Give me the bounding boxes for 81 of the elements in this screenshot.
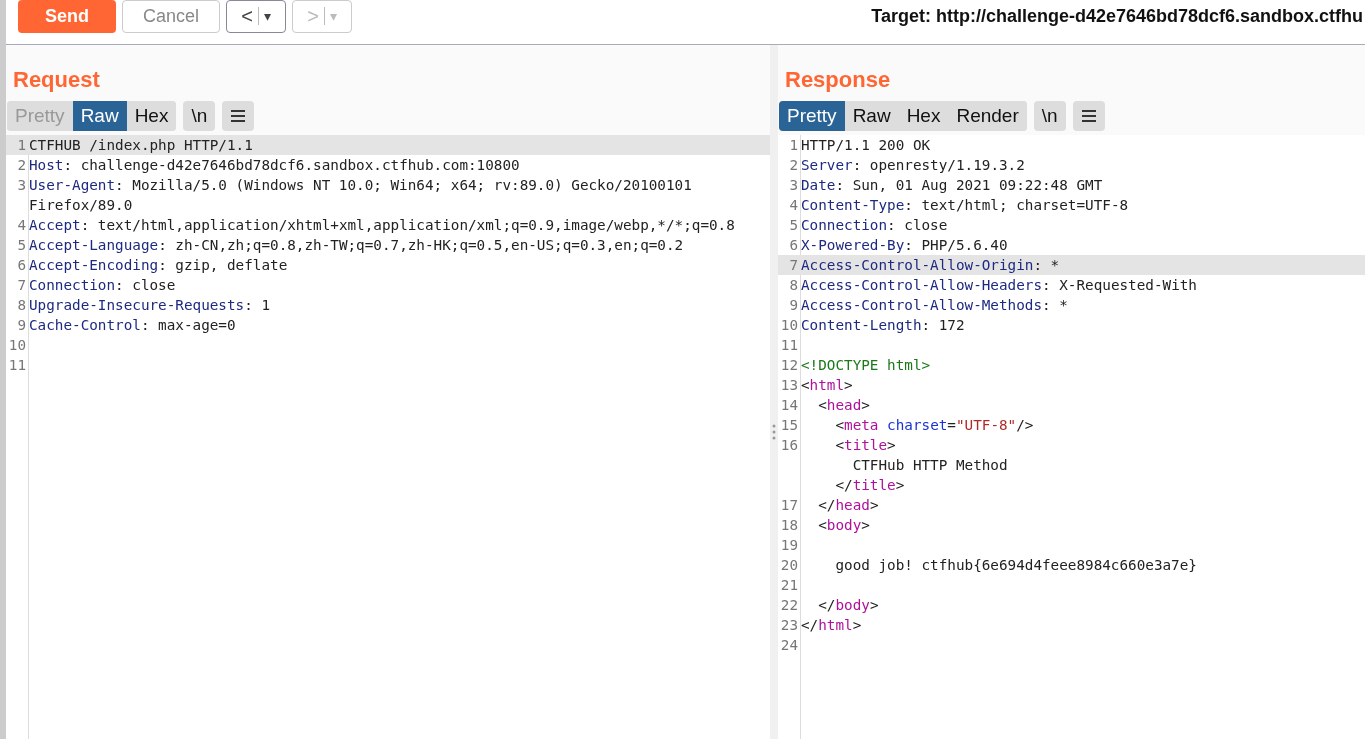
code-line: <meta charset="UTF-8"/> [834,417,1034,433]
line-number: 4 [789,197,798,213]
code-line: Access-Control-Allow-Headers: X-Requested-With [800,277,1197,293]
line-number: 7 [17,277,26,293]
line-number: 24 [780,637,798,653]
code-line: Server: openresty/1.19.3.2 [800,157,1025,173]
code-line: Host: challenge-d42e7646bd78dcf6.sandbox.ctfhub.com:10800 [28,157,520,173]
line-number: 1 [17,137,26,153]
code-line: Content-Type: text/html; charset=UTF-8 [800,197,1129,213]
code-line: </head> [817,497,879,513]
line-number: 18 [780,517,798,533]
view-tab[interactable]: Raw [72,101,127,131]
newline-toggle[interactable]: \n [183,101,216,131]
splitter-grip-icon[interactable] [772,423,776,441]
line-number: 6 [17,257,26,273]
line-number: 23 [780,617,798,633]
line-number: 9 [789,297,798,313]
menu-button[interactable] [222,101,255,131]
line-number: 13 [780,377,798,393]
line-number: 15 [780,417,798,433]
code-line: good job! ctfhub{6e694d4feee8984c660e3a7e} [834,557,1197,573]
line-number: 1 [789,137,798,153]
code-line: <title> [834,437,896,453]
code-line: <html> [800,377,853,393]
menu-icon [230,109,247,123]
code-line: Accept: text/html,application/xhtml+xml,application/xml;q=0.9,image/webp,*/*;q=0.8 [28,217,735,233]
line-number: 14 [780,397,798,413]
code-line: Access-Control-Allow-Origin: * [800,257,1060,273]
panel-title: Response [784,66,892,94]
code-line: <!DOCTYPE html> [800,357,931,373]
code-line: Upgrade-Insecure-Requests: 1 [28,297,270,313]
line-number: 3 [789,177,798,193]
code-line: <head> [817,397,870,413]
menu-button[interactable] [1072,101,1105,131]
menu-icon [1080,109,1097,123]
history-nav-button[interactable]: < ▾ [226,0,286,33]
code-line: </html> [800,617,862,633]
line-number: 12 [780,357,798,373]
view-tab[interactable]: Pretty [779,101,845,131]
target-url: Target: http://challenge-d42e7646bd78dcf6.sandbox.ctfhu [871,5,1363,27]
line-number: 8 [17,297,26,313]
code-line: Access-Control-Allow-Methods: * [800,297,1068,313]
code-line: HTTP/1.1 200 OK [800,137,931,153]
line-number: 20 [780,557,798,573]
code-line: Connection: close [800,217,948,233]
cancel-button[interactable]: Cancel [122,0,220,33]
line-number: 11 [780,337,798,353]
code-line: Date: Sun, 01 Aug 2021 09:22:48 GMT [800,177,1103,193]
line-number: 7 [789,257,798,273]
code-line: User-Agent: Mozilla/5.0 (Windows NT 10.0; Win64; x64; rv:89.0) Gecko/20100101 [28,177,692,193]
line-number: 17 [780,497,798,513]
line-number: 5 [789,217,798,233]
code-line: <body> [817,517,870,533]
line-number: 19 [780,537,798,553]
line-number: 3 [17,177,26,193]
code-line: </body> [817,597,879,613]
code-line: Content-Length: 172 [800,317,965,333]
newline-toggle[interactable]: \n [1033,101,1066,131]
code-line: Accept-Language: zh-CN,zh;q=0.8,zh-TW;q=0.7,zh-HK;q=0.5,en-US;q=0.3,en;q=0.2 [28,237,684,253]
line-number: 5 [17,237,26,253]
code-line: Connection: close [28,277,176,293]
line-number: 16 [780,437,798,453]
line-number: 8 [789,277,798,293]
code-line: </title> [834,477,905,493]
line-number: 11 [8,357,26,373]
code-line: X-Powered-By: PHP/5.6.40 [800,237,1008,253]
code-line: CTFHub HTTP Method [851,457,1008,473]
code-line: Accept-Encoding: gzip, deflate [28,257,288,273]
line-number: 2 [789,157,798,173]
line-number: 2 [17,157,26,173]
line-number: 21 [780,577,798,593]
code-line: Cache-Control: max-age=0 [28,317,236,333]
line-number: 22 [780,597,798,613]
panel-title: Request [12,66,101,94]
line-number: 10 [780,317,798,333]
line-number: 9 [17,317,26,333]
line-number: 6 [789,237,798,253]
code-line: CTFHUB /index.php HTTP/1.1 [28,137,253,153]
line-number: 4 [17,217,26,233]
code-line: Firefox/89.0 [28,197,133,213]
line-number: 10 [8,337,26,353]
